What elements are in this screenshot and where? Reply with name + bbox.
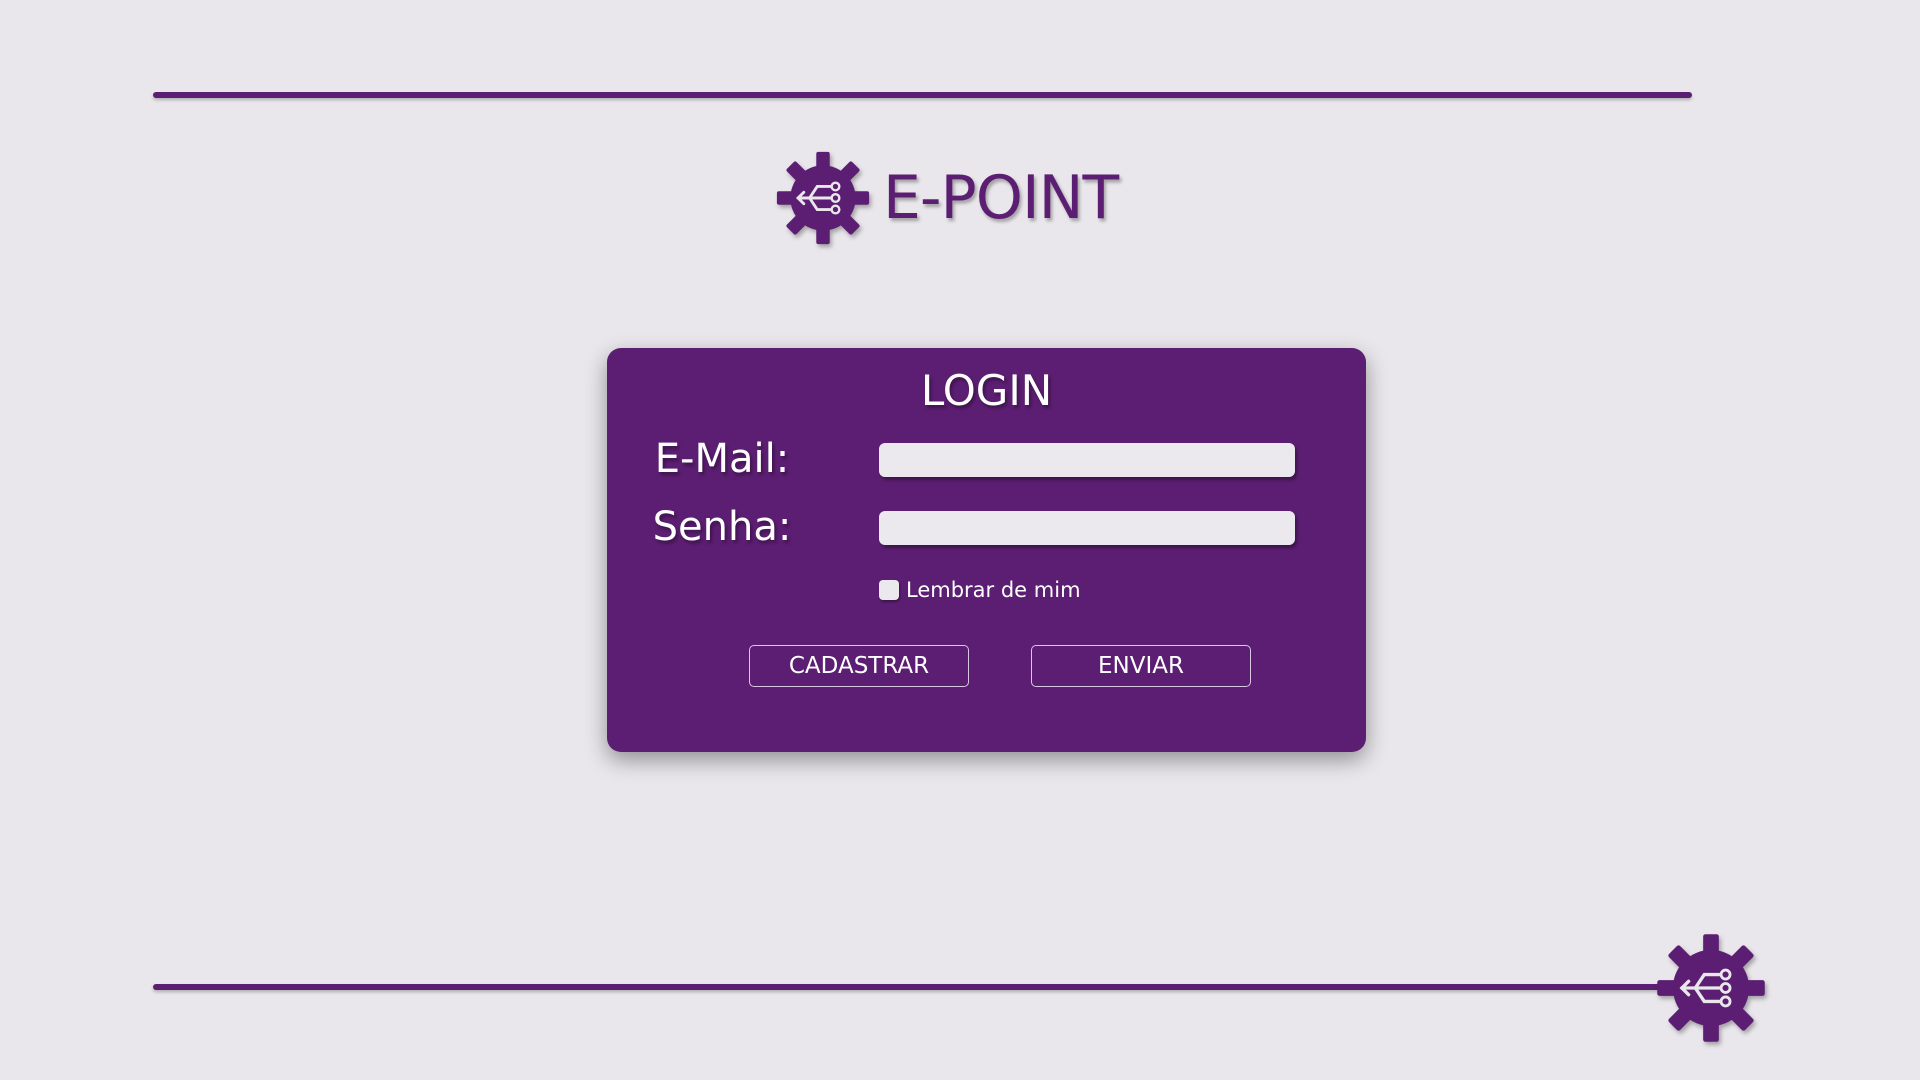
submit-button[interactable]: ENVIAR xyxy=(1031,645,1251,687)
register-button[interactable]: CADASTRAR xyxy=(749,645,969,687)
remember-me-checkbox[interactable] xyxy=(879,580,899,600)
password-label: Senha: xyxy=(652,504,792,550)
gear-circuit-icon xyxy=(1657,934,1765,1042)
password-field[interactable] xyxy=(879,511,1295,545)
login-page: E-POINT LOGIN E-Mail: Senha: Lembrar de … xyxy=(0,0,1920,1080)
brand-name: E-POINT xyxy=(883,163,1119,233)
email-label: E-Mail: xyxy=(654,436,790,482)
brand-logo: E-POINT xyxy=(775,148,1119,248)
gear-circuit-icon xyxy=(776,151,870,245)
bottom-divider-line xyxy=(153,984,1693,990)
remember-me-option[interactable]: Lembrar de mim xyxy=(879,578,1081,602)
remember-me-label: Lembrar de mim xyxy=(906,578,1081,602)
login-card: LOGIN E-Mail: Senha: Lembrar de mim CADA… xyxy=(607,348,1366,752)
login-title: LOGIN xyxy=(920,366,1053,415)
email-field[interactable] xyxy=(879,443,1295,477)
top-divider-line xyxy=(153,92,1692,98)
